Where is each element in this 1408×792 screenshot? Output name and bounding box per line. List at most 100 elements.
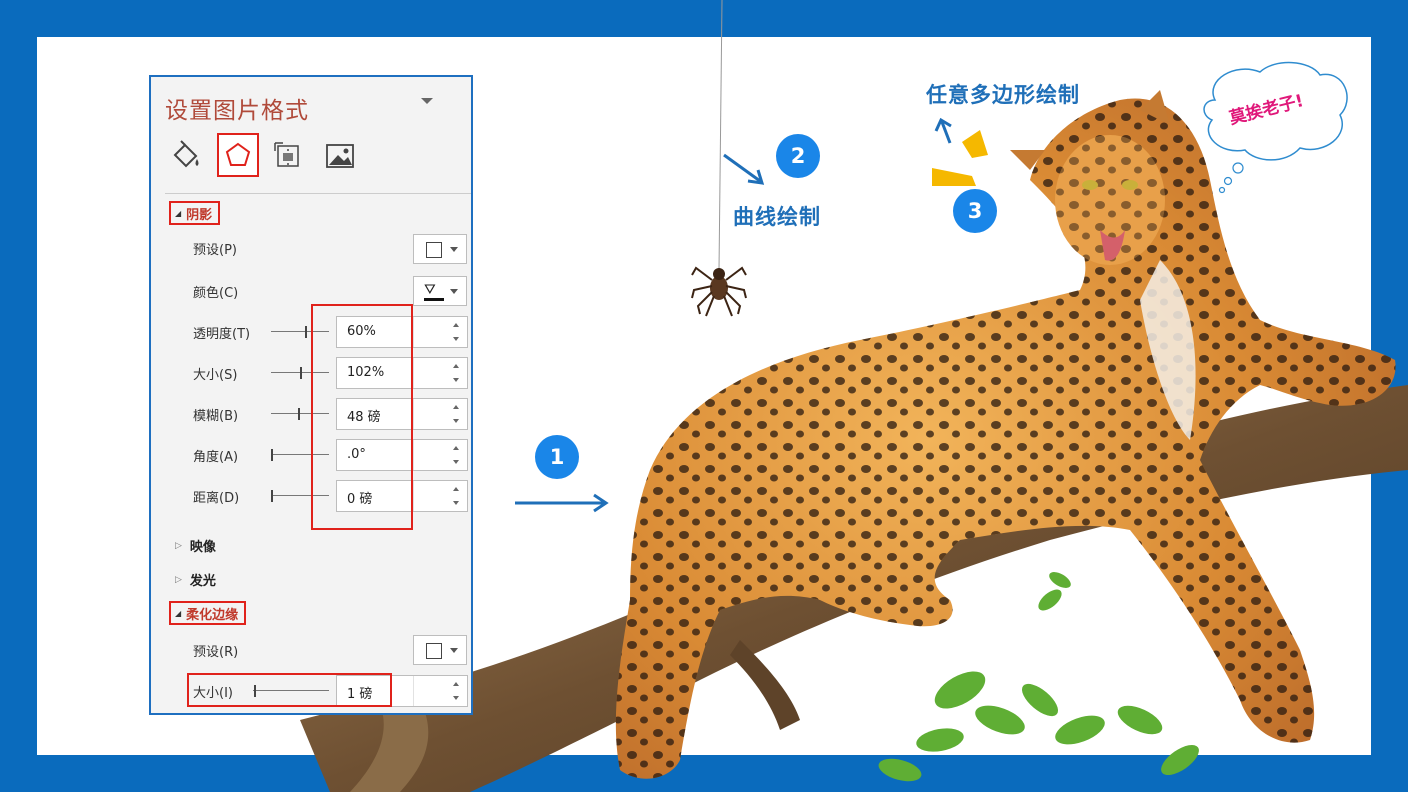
soft-edges-preset-label: 预设(R) xyxy=(193,645,239,660)
current-color-bar xyxy=(424,298,444,301)
soft-edges-size-label: 大小(I) xyxy=(193,686,233,701)
slider-thumb[interactable] xyxy=(271,449,273,461)
spinner-separator xyxy=(413,440,414,470)
shadow-size-value[interactable]: 102% xyxy=(347,365,384,380)
size-properties-icon xyxy=(274,142,299,167)
transparency-label: 透明度(T) xyxy=(193,327,251,342)
picture-tab[interactable] xyxy=(321,137,357,173)
slider-track xyxy=(271,413,329,414)
slider-thumb[interactable] xyxy=(271,490,273,502)
distance-value[interactable]: 0 磅 xyxy=(347,488,372,507)
distance-spinner[interactable]: 0 磅 xyxy=(336,480,468,512)
soft-edges-heading: 柔化边缘 xyxy=(186,607,239,623)
effects-tab[interactable] xyxy=(217,133,259,177)
expanded-triangle-icon: ◢ xyxy=(175,208,182,218)
tab-divider xyxy=(165,193,471,194)
blur-label: 模糊(B) xyxy=(193,409,239,424)
dropdown-arrow-icon xyxy=(450,289,458,294)
soft-edges-size-spinner[interactable]: 1 磅 xyxy=(336,675,468,707)
shadow-heading: 阴影 xyxy=(186,207,213,223)
picture-icon xyxy=(326,144,354,168)
shadow-size-label: 大小(S) xyxy=(193,368,238,383)
distance-label: 距离(D) xyxy=(193,491,240,506)
spinner-separator xyxy=(413,358,414,388)
preset-swatch-icon xyxy=(426,643,442,659)
spin-down-icon[interactable] xyxy=(453,419,459,423)
soft-edges-section-header[interactable]: ◢ 柔化边缘 xyxy=(169,601,247,625)
step-badge-1: 1 xyxy=(535,435,579,479)
soft-edges-preset-dropdown[interactable] xyxy=(413,635,467,665)
spider-illustration xyxy=(691,266,747,317)
step-badge-2: 2 xyxy=(776,134,820,178)
spin-down-icon[interactable] xyxy=(453,501,459,505)
slider-thumb[interactable] xyxy=(254,685,256,697)
freeform-draw-label: 任意多边形绘制 xyxy=(926,83,1080,107)
angle-value[interactable]: .0° xyxy=(347,447,366,462)
shadow-section-header[interactable]: ◢ 阴影 xyxy=(169,201,221,225)
dropdown-arrow-icon xyxy=(450,648,458,653)
pentagon-icon xyxy=(225,142,251,166)
soft-edges-size-value[interactable]: 1 磅 xyxy=(347,683,372,702)
arrow-diagonal-icon xyxy=(723,153,765,185)
motion-marks xyxy=(932,130,988,186)
step-badge-3: 3 xyxy=(953,189,997,233)
angle-spinner[interactable]: .0° xyxy=(336,439,468,471)
paint-bucket-icon xyxy=(173,140,199,168)
size-properties-tab[interactable] xyxy=(269,137,305,173)
glow-heading: 发光 xyxy=(189,574,216,589)
reflection-section-header[interactable]: ▷ 映像 xyxy=(175,536,216,555)
spin-up-icon[interactable] xyxy=(453,364,459,368)
pane-options-chevron-icon[interactable] xyxy=(421,98,433,104)
slider-thumb[interactable] xyxy=(305,326,307,338)
spinner-arrows[interactable] xyxy=(453,403,461,425)
pane-title: 设置图片格式 xyxy=(165,98,309,124)
spin-down-icon[interactable] xyxy=(453,337,459,341)
spinner-separator xyxy=(413,676,414,706)
blur-spinner[interactable]: 48 磅 xyxy=(336,398,468,430)
slider-thumb[interactable] xyxy=(300,367,302,379)
shadow-size-spinner[interactable]: 102% xyxy=(336,357,468,389)
spinner-separator xyxy=(413,481,414,511)
spinner-arrows[interactable] xyxy=(453,362,461,384)
shadow-color-dropdown[interactable]: ⛛ xyxy=(413,276,467,306)
preset-swatch-icon xyxy=(426,242,442,258)
spinner-separator xyxy=(413,317,414,347)
reflection-heading: 映像 xyxy=(189,540,216,555)
shadow-preset-dropdown[interactable] xyxy=(413,234,467,264)
slider-thumb[interactable] xyxy=(298,408,300,420)
spin-up-icon[interactable] xyxy=(453,323,459,327)
angle-label: 角度(A) xyxy=(193,450,239,465)
format-picture-pane: 设置图片格式 ◢ 阴影 预设(P) 颜色(C) ⛛ 透明度(T) 60% 大小(… xyxy=(149,75,473,715)
collapsed-triangle-icon: ▷ xyxy=(175,540,182,551)
slider-track xyxy=(253,690,329,691)
spin-down-icon[interactable] xyxy=(453,696,459,700)
shadow-preset-label: 预设(P) xyxy=(193,243,237,258)
spin-down-icon[interactable] xyxy=(453,378,459,382)
spinner-arrows[interactable] xyxy=(453,680,461,702)
speech-bubble xyxy=(1203,61,1348,194)
curve-draw-label: 曲线绘制 xyxy=(733,205,821,229)
spin-up-icon[interactable] xyxy=(453,405,459,409)
expanded-triangle-icon: ◢ xyxy=(175,608,182,618)
color-fill-icon: ⛛ xyxy=(424,282,436,298)
spin-down-icon[interactable] xyxy=(453,460,459,464)
arrow-up-icon xyxy=(934,117,952,144)
spinner-arrows[interactable] xyxy=(453,444,461,466)
transparency-value[interactable]: 60% xyxy=(347,324,376,339)
spin-up-icon[interactable] xyxy=(453,446,459,450)
shadow-color-label: 颜色(C) xyxy=(193,286,239,301)
spider-thread xyxy=(718,0,723,271)
slider-track xyxy=(271,454,329,455)
spin-up-icon[interactable] xyxy=(453,682,459,686)
collapsed-triangle-icon: ▷ xyxy=(175,574,182,585)
dropdown-arrow-icon xyxy=(450,247,458,252)
arrow-right-icon xyxy=(515,493,609,513)
spin-up-icon[interactable] xyxy=(453,487,459,491)
transparency-spinner[interactable]: 60% xyxy=(336,316,468,348)
blur-value[interactable]: 48 磅 xyxy=(347,406,381,425)
glow-section-header[interactable]: ▷ 发光 xyxy=(175,570,216,589)
fill-line-tab[interactable] xyxy=(169,137,205,173)
spinner-arrows[interactable] xyxy=(453,321,461,343)
spinner-arrows[interactable] xyxy=(453,485,461,507)
slider-track xyxy=(271,495,329,496)
